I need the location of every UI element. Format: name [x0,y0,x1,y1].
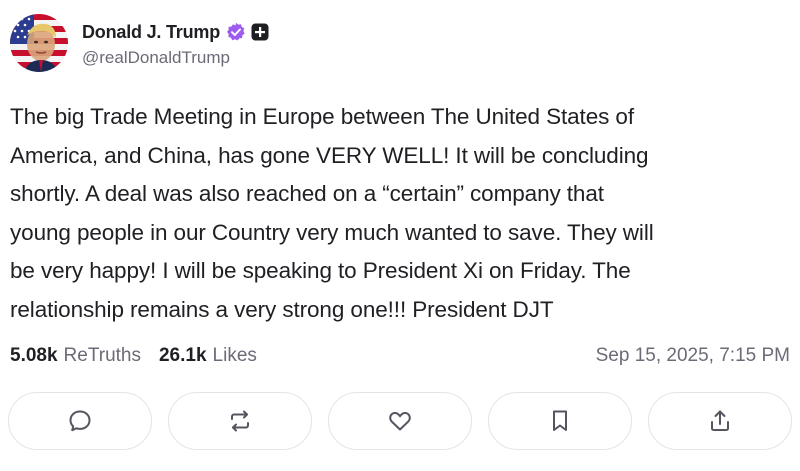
share-button[interactable] [648,392,792,450]
heart-icon [389,411,411,431]
plus-badge-icon [251,23,269,41]
share-icon [711,410,729,431]
likes-stat[interactable]: 26.1k Likes [159,345,257,367]
comment-icon [69,410,91,432]
post-stats: 5.08k ReTruths 26.1k Likes Sep 15, 2025,… [10,344,790,368]
flag-portrait-avatar-icon [10,14,68,72]
action-bar [8,392,792,452]
post-timestamp[interactable]: Sep 15, 2025, 7:15 PM [596,345,790,367]
post-header: Donald J. Trump @realDonaldTrump [10,14,269,72]
author-display-name[interactable]: Donald J. Trump [82,22,220,43]
retruths-stat[interactable]: 5.08k ReTruths [10,345,141,367]
likes-label: Likes [212,345,257,366]
author-names: Donald J. Trump @realDonaldTrump [82,18,269,68]
avatar[interactable] [10,14,68,72]
author-handle[interactable]: @realDonaldTrump [82,48,269,68]
retruths-label: ReTruths [63,345,141,366]
verified-badge-icon [226,22,246,42]
retruth-button[interactable] [168,392,312,450]
bookmark-button[interactable] [488,392,632,450]
bookmark-icon [553,410,567,431]
likes-count: 26.1k [158,345,207,366]
retruths-count: 5.08k [10,345,58,366]
like-button[interactable] [328,392,472,450]
repost-icon [231,410,249,432]
name-row: Donald J. Trump [82,18,269,46]
reply-button[interactable] [8,392,152,450]
post-body-text: The big Trade Meeting in Europe between … [10,104,654,322]
